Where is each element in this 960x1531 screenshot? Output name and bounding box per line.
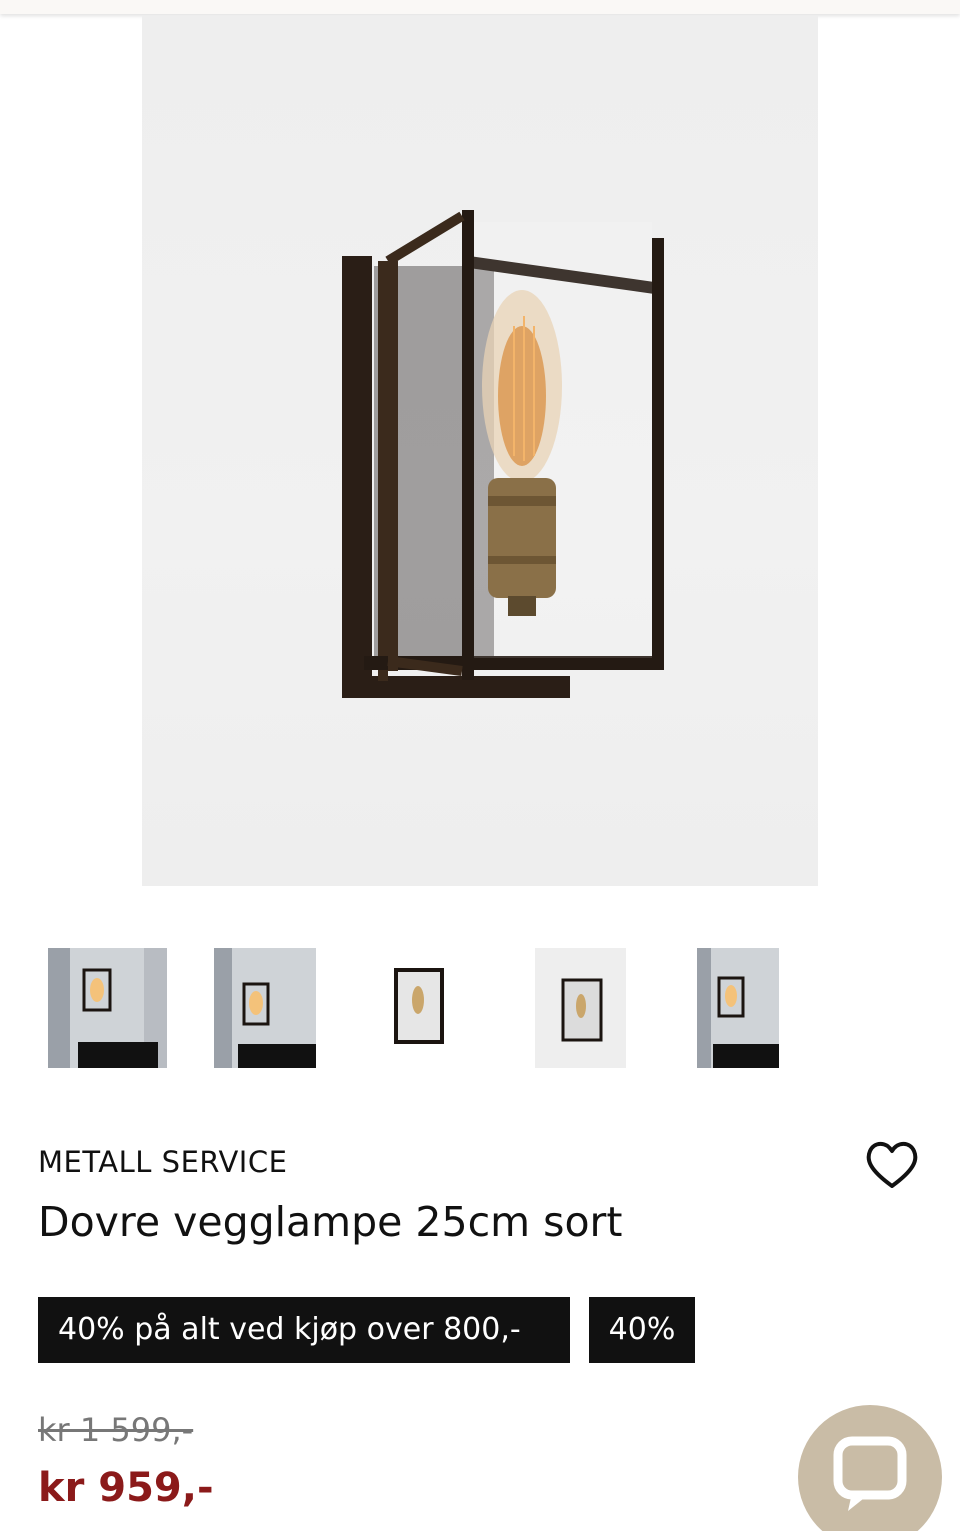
thumbnail-gallery [0,948,960,1068]
original-price: kr 1 599,- [38,1411,194,1449]
thumbnail-5[interactable] [697,948,779,1068]
discount-badge: 40% [589,1297,695,1363]
lamp-room-photo-icon [48,948,167,1068]
product-title: Dovre vegglampe 25cm sort [38,1198,623,1246]
product-brand[interactable]: METALL SERVICE [38,1145,287,1179]
favorite-button[interactable] [862,1138,922,1192]
product-main-image[interactable] [142,16,818,886]
wall-lamp-illustration [342,210,664,698]
promo-badge: 40% på alt ved kjøp over 800,- [38,1297,570,1363]
thumbnail-4[interactable] [535,948,626,1068]
thumbnail-2[interactable] [214,948,316,1068]
heart-icon [866,1141,918,1188]
chat-button[interactable] [798,1405,942,1531]
lamp-room-photo-icon [697,948,779,1068]
lamp-product-photo-icon [372,948,468,1068]
header-bar [0,0,960,14]
thumbnail-1[interactable] [48,948,167,1068]
thumbnail-3[interactable] [372,948,468,1068]
lamp-product-photo-icon [535,948,626,1068]
sale-price: kr 959,- [38,1465,214,1511]
product-page: METALL SERVICE Dovre vegglampe 25cm sort… [0,0,960,1531]
lamp-room-photo-icon [214,948,316,1068]
chat-bubble-icon [833,1436,907,1511]
